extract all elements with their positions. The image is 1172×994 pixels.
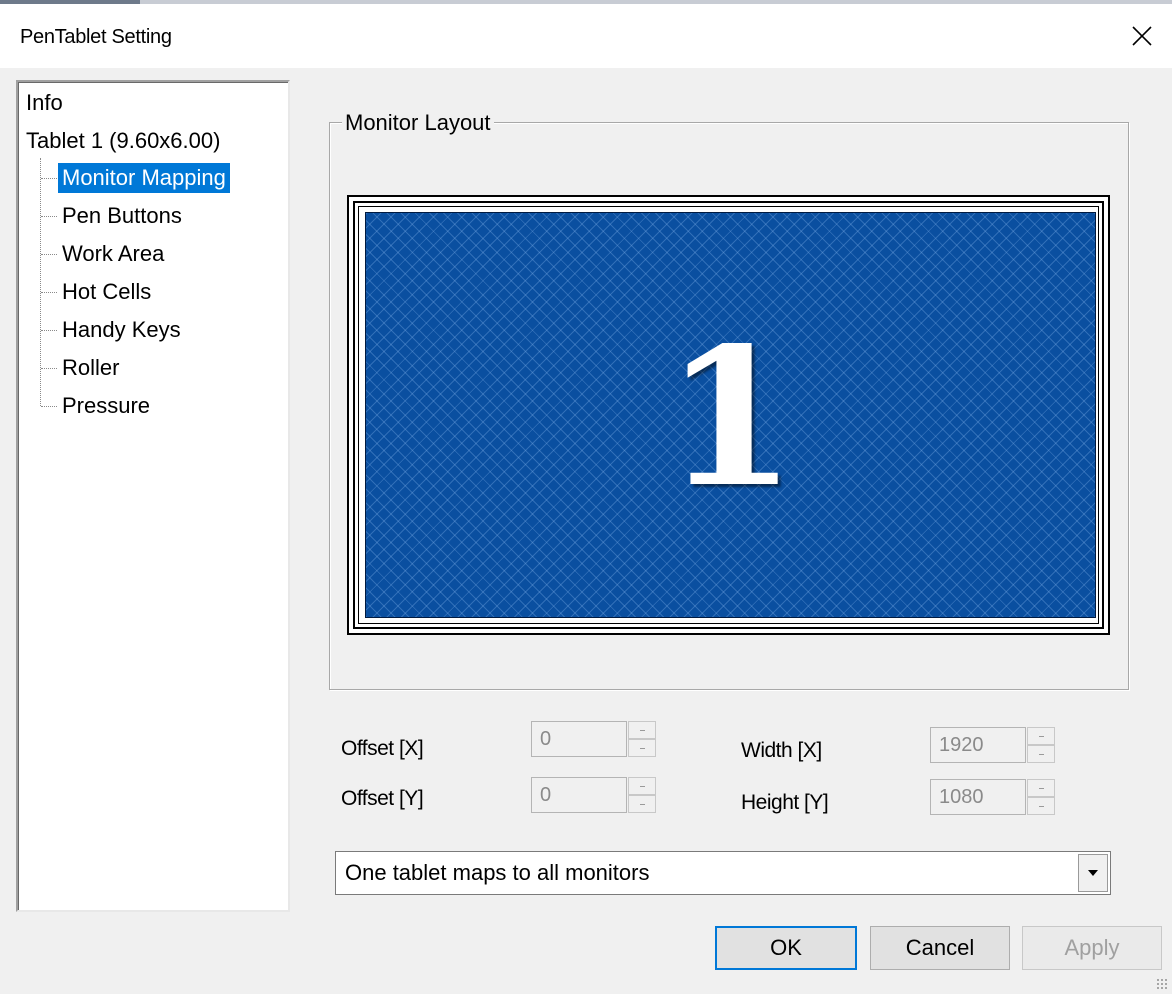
tree-connector [41,254,57,255]
spin-down-icon[interactable] [628,795,656,813]
tree-connector [41,406,57,407]
settings-tree[interactable]: Info Tablet 1 (9.60x6.00) Monitor Mappin… [16,80,290,912]
offset-y-label: Offset [Y] [341,787,424,810]
resize-grip-icon[interactable] [1156,978,1168,990]
tree-item-hot-cells[interactable]: Hot Cells [58,277,155,307]
monitor-1-screen[interactable]: 1 [365,212,1096,618]
spin-up-icon[interactable] [628,721,656,739]
dropdown-button[interactable] [1078,854,1108,892]
close-button[interactable] [1112,4,1172,68]
offset-x-spinner[interactable] [628,721,656,757]
spin-down-icon[interactable] [628,739,656,757]
chevron-down-icon [1088,870,1098,876]
height-y-label: Height [Y] [741,791,829,814]
width-x-label: Width [X] [741,739,822,762]
spin-down-icon[interactable] [1027,797,1055,815]
apply-button[interactable]: Apply [1022,926,1162,970]
spin-up-icon[interactable] [1027,779,1055,797]
mapping-mode-value: One tablet maps to all monitors [345,860,650,885]
offset-y-spinner[interactable] [628,777,656,813]
tree-item-info[interactable]: Info [26,88,63,118]
tree-item-monitor-mapping[interactable]: Monitor Mapping [58,163,230,193]
window-title: PenTablet Setting [20,26,172,48]
height-y-spinner[interactable] [1027,779,1055,815]
width-x-spinner[interactable] [1027,727,1055,763]
tree-item-tablet[interactable]: Tablet 1 (9.60x6.00) [26,126,220,156]
height-y-input[interactable]: 1080 [930,779,1026,815]
close-icon [1132,26,1152,46]
spin-up-icon[interactable] [1027,727,1055,745]
tree-item-pressure[interactable]: Pressure [58,391,154,421]
mapping-mode-select[interactable]: One tablet maps to all monitors [335,851,1111,895]
tree-item-handy-keys[interactable]: Handy Keys [58,315,185,345]
offset-x-label: Offset [X] [341,737,424,760]
monitor-layout-label: Monitor Layout [342,110,494,136]
tree-connector [41,368,57,369]
cancel-button[interactable]: Cancel [870,926,1010,970]
title-bar: PenTablet Setting [0,4,1172,68]
tree-connector [41,330,57,331]
spin-up-icon[interactable] [628,777,656,795]
tree-item-pen-buttons[interactable]: Pen Buttons [58,201,186,231]
monitor-number: 1 [664,306,797,529]
ok-button[interactable]: OK [715,926,857,970]
tree-connector [41,216,57,217]
offset-y-input[interactable]: 0 [531,777,627,813]
offset-x-input[interactable]: 0 [531,721,627,757]
spin-down-icon[interactable] [1027,745,1055,763]
tree-connector [41,292,57,293]
tree-item-roller[interactable]: Roller [58,353,123,383]
width-x-input[interactable]: 1920 [930,727,1026,763]
tree-item-work-area[interactable]: Work Area [58,239,168,269]
tree-connector [41,178,57,179]
